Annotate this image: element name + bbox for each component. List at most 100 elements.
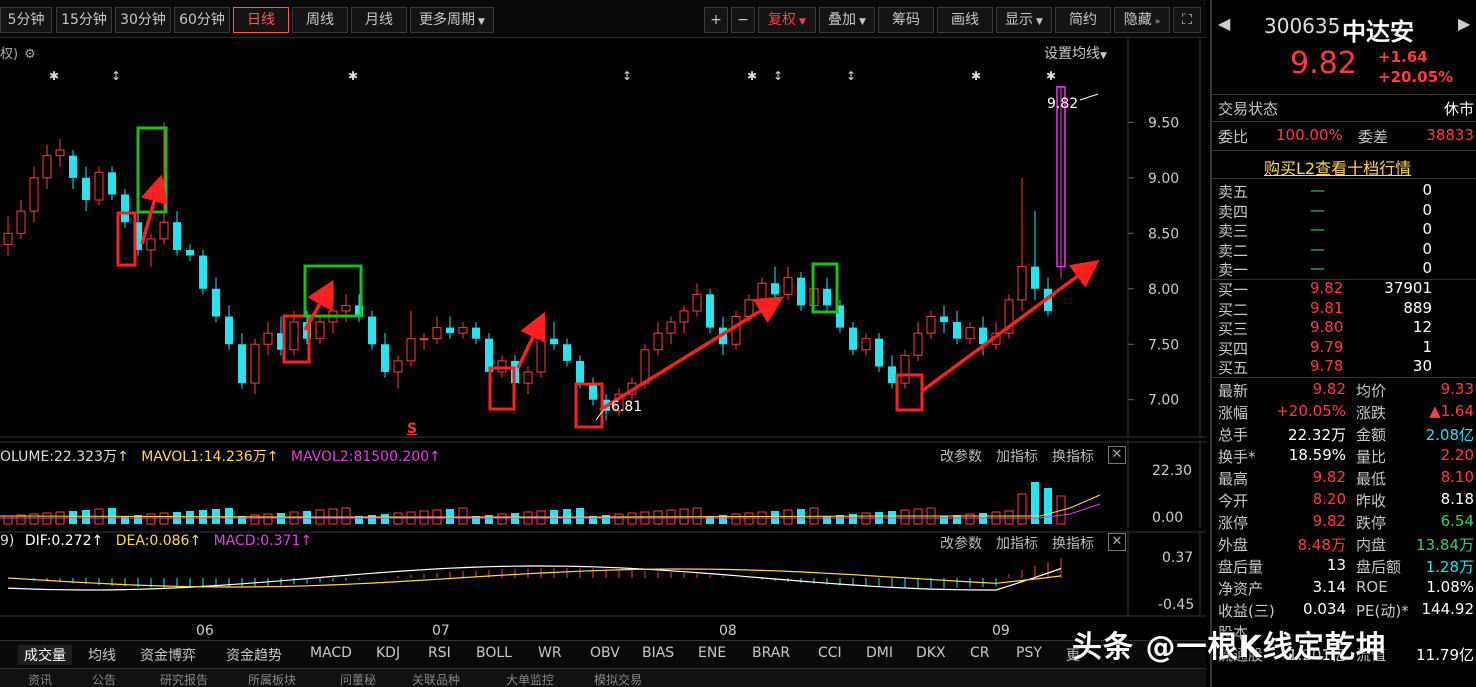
event-marker[interactable]: ↕ <box>111 69 121 83</box>
candle <box>238 333 246 389</box>
stat-cell: 1.08% <box>1426 578 1474 596</box>
chevron-down-icon: ▼ <box>1100 51 1107 61</box>
stat-cell: 均价 <box>1356 382 1387 400</box>
hide-button[interactable]: 隐藏» <box>1114 7 1170 33</box>
tab-15[interactable]: DKX <box>916 645 946 661</box>
stat-cell: 最低 <box>1356 470 1387 488</box>
stat-cell: 3.14 <box>1312 578 1346 596</box>
tab-1[interactable]: 均线 <box>88 645 116 665</box>
event-marker[interactable]: ↕ <box>773 69 783 83</box>
book-row[interactable]: 买五 9.78 30 <box>1212 357 1476 379</box>
tab-0[interactable]: 成交量 <box>18 645 72 665</box>
volume-edit-params[interactable]: 改参数 <box>940 446 982 466</box>
info-tab-6[interactable]: 大单监控 <box>506 671 554 687</box>
book-price: — <box>1310 259 1325 277</box>
volume-bar <box>731 513 741 525</box>
tab-8[interactable]: WR <box>538 645 562 661</box>
event-marker[interactable]: ↕ <box>846 69 856 83</box>
candle <box>173 211 181 256</box>
book-row[interactable]: 卖一 — 0 <box>1212 259 1476 281</box>
volume-bar <box>82 510 90 524</box>
tab-2[interactable]: 资金博弈 <box>140 645 196 665</box>
period-30min[interactable]: 30分钟 <box>115 7 171 33</box>
simple-button[interactable]: 简约 <box>1055 7 1111 33</box>
event-marker[interactable]: ✱ <box>747 69 757 83</box>
volume-add-indicator[interactable]: 加指标 <box>996 446 1038 466</box>
chips-button[interactable]: 筹码 <box>878 7 934 33</box>
info-tab-5[interactable]: 关联品种 <box>412 671 460 687</box>
back-arrow-icon[interactable]: ◀ <box>1218 14 1230 33</box>
divider <box>1212 94 1476 95</box>
book-level-label: 卖三 <box>1218 222 1249 240</box>
macd-header: 9) DIF:0.272↑ DEA:0.086↑ MACD:0.371↑ <box>0 533 312 553</box>
overlay-button[interactable]: 叠加 ▼ <box>819 7 875 33</box>
period-60min[interactable]: 60分钟 <box>174 7 230 33</box>
tab-17[interactable]: PSY <box>1016 645 1042 661</box>
event-marker[interactable]: ✱ <box>49 69 59 83</box>
period-daily[interactable]: 日线 <box>233 7 289 33</box>
tab-7[interactable]: BOLL <box>476 645 512 661</box>
volume-bar <box>3 515 13 525</box>
macd-params: 9) <box>0 533 15 549</box>
tab-9[interactable]: OBV <box>590 645 620 661</box>
book-price: 9.80 <box>1310 318 1344 336</box>
event-marker[interactable]: ✱ <box>348 69 358 83</box>
l2-upgrade-link[interactable]: 购买L2查看十档行情 <box>1264 155 1411 179</box>
volume-bar <box>614 513 624 525</box>
tab-11[interactable]: ENE <box>698 645 726 661</box>
candlestick-chart[interactable]: 9.50 9.00 8.50 8.00 7.50 7.00 ✱ ↕ ✱ ↕ ✱ ↕ ↕ ✱ ✱ <box>0 38 1206 438</box>
draw-line-button[interactable]: 画线 <box>937 7 993 33</box>
fuquan-button[interactable]: 复权 ▼ <box>758 7 816 33</box>
period-weekly[interactable]: 周线 <box>292 7 348 33</box>
tab-4[interactable]: MACD <box>310 645 352 661</box>
ma-settings-button[interactable]: 设置均线▼ <box>1044 43 1107 63</box>
info-tab-4[interactable]: 问董秘 <box>340 671 376 687</box>
volume-bar <box>368 515 376 524</box>
period-more[interactable]: 更多周期 ▼ <box>410 7 494 33</box>
tab-6[interactable]: RSI <box>428 645 451 661</box>
info-tab-1[interactable]: 公告 <box>92 671 116 687</box>
fullscreen-icon[interactable]: ⛶ <box>1173 7 1201 33</box>
tab-5[interactable]: KDJ <box>376 645 400 661</box>
info-tab-7[interactable]: 模拟交易 <box>594 671 642 687</box>
close-icon[interactable]: ✕ <box>1108 446 1126 464</box>
period-15min[interactable]: 15分钟 <box>56 7 112 33</box>
close-icon[interactable]: ✕ <box>1108 533 1126 551</box>
volume-bar <box>121 516 129 524</box>
info-tab-3[interactable]: 所属板块 <box>248 671 296 687</box>
period-monthly[interactable]: 月线 <box>351 7 407 33</box>
period-5min[interactable]: 5分钟 <box>0 7 52 33</box>
event-marker[interactable]: ✱ <box>971 69 981 83</box>
volume-switch-indicator[interactable]: 换指标 <box>1052 446 1094 466</box>
volume-bar <box>706 516 714 524</box>
ma-settings-label: 设置均线 <box>1044 46 1100 62</box>
candle <box>3 216 13 256</box>
zoom-in-button[interactable]: + <box>704 7 728 33</box>
macd-add-indicator[interactable]: 加指标 <box>996 533 1038 553</box>
display-button[interactable]: 显示 ▼ <box>996 7 1052 33</box>
macd-switch-indicator[interactable]: 换指标 <box>1052 533 1094 553</box>
tab-3[interactable]: 资金趋势 <box>226 645 282 665</box>
stat-cell: ROE <box>1356 578 1388 596</box>
x-tick-08: 08 <box>719 623 737 639</box>
tab-13[interactable]: CCI <box>818 645 842 661</box>
book-volume: 1 <box>1422 337 1432 356</box>
event-marker[interactable]: ↕ <box>622 69 632 83</box>
candle <box>94 166 104 206</box>
info-tab-0[interactable]: 资讯 <box>28 671 52 687</box>
gear-icon[interactable]: ⚙ <box>24 47 36 62</box>
stat-cell: 9.82 <box>1312 468 1346 486</box>
tab-12[interactable]: BRAR <box>752 645 790 661</box>
tab-14[interactable]: DMI <box>866 645 893 661</box>
forward-arrow-icon[interactable]: ▶ <box>1458 14 1470 33</box>
event-marker[interactable]: ✱ <box>1046 69 1056 83</box>
macd-edit-params[interactable]: 改参数 <box>940 533 982 553</box>
info-tab-2[interactable]: 研究报告 <box>160 671 208 687</box>
book-level-label: 买一 <box>1218 281 1249 299</box>
tab-16[interactable]: CR <box>970 645 990 661</box>
candle <box>731 310 741 350</box>
tab-10[interactable]: BIAS <box>642 645 674 661</box>
book-level-label: 买五 <box>1218 359 1249 377</box>
zoom-out-button[interactable]: − <box>731 7 755 33</box>
candle <box>432 316 442 345</box>
